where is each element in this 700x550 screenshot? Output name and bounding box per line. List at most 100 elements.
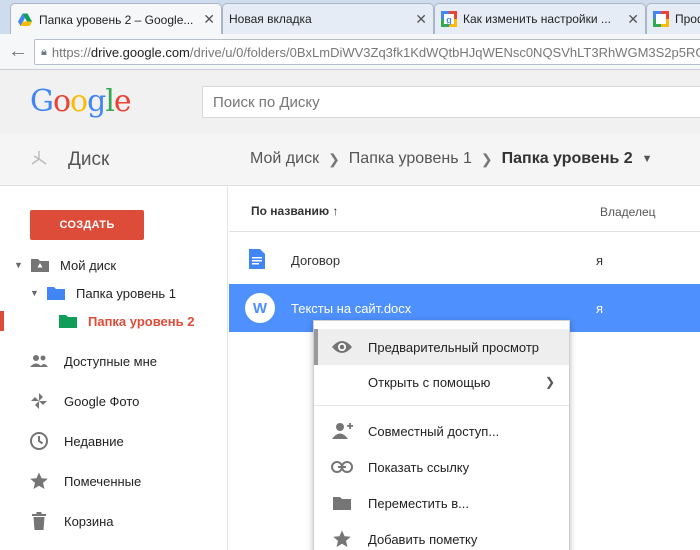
url-scheme: https:// — [51, 44, 91, 60]
browser-tab-bar: Папка уровень 2 – Google... ✕ Новая вкла… — [0, 0, 700, 34]
star-icon — [331, 528, 353, 550]
menu-item-label: Добавить пометку — [368, 531, 478, 547]
search-placeholder: Поиск по Диску — [213, 94, 320, 111]
close-icon[interactable]: ✕ — [203, 11, 215, 28]
tab-drive[interactable]: Папка уровень 2 – Google... ✕ — [10, 3, 222, 34]
breadcrumb-folder-level-2[interactable]: Папка уровень 2 — [502, 150, 633, 168]
sidebar-item-trash[interactable]: Корзина — [28, 510, 114, 532]
chevron-right-icon: ❯ — [544, 375, 555, 389]
owner-column-header[interactable]: Владелец — [600, 205, 656, 219]
add-person-icon — [331, 420, 353, 442]
sort-by-name-button[interactable]: По названию ↑ — [251, 204, 338, 218]
file-list-header: По названию ↑ Владелец — [229, 187, 700, 232]
sidebar-item-recent[interactable]: Недавние — [28, 430, 124, 452]
file-name: Тексты на сайт.docx — [291, 300, 412, 316]
folder-icon — [47, 287, 65, 300]
sidebar-item-google-photos[interactable]: Google Фото — [28, 390, 139, 412]
file-name: Договор — [291, 252, 341, 268]
link-icon — [331, 456, 353, 478]
menu-item-add-star[interactable]: Добавить пометку — [314, 521, 569, 550]
folder-move-icon — [331, 492, 353, 514]
word-icon: W — [245, 293, 275, 323]
sidebar-item-label: Google Фото — [64, 393, 140, 409]
tab-new[interactable]: Новая вкладка ✕ — [222, 3, 434, 34]
people-icon — [28, 350, 50, 372]
tab-google-search[interactable]: g Как изменить настройки ... ✕ — [434, 3, 646, 34]
url-path: /drive/u/0/folders/0BxLmDiWV3Zq3fk1KdWQt… — [189, 44, 700, 60]
search-input[interactable]: Поиск по Диску — [202, 86, 700, 118]
star-icon — [28, 470, 50, 492]
menu-item-share[interactable]: Совместный доступ... — [314, 413, 569, 449]
breadcrumb: Мой диск ❯ Папка уровень 1 ❯ Папка урове… — [250, 150, 653, 168]
tab-prof[interactable]: Проф — [646, 3, 700, 34]
tab-title: Проф — [675, 12, 700, 26]
sidebar-item-label: Недавние — [64, 433, 124, 449]
drive-logo-icon — [31, 151, 47, 165]
close-icon[interactable]: ✕ — [415, 11, 427, 28]
drive-subheader: Диск Мой диск ❯ Папка уровень 1 ❯ Папка … — [0, 134, 700, 186]
menu-item-label: Переместить в... — [368, 495, 469, 511]
file-row[interactable]: Договор я — [229, 236, 700, 284]
sidebar-item-my-drive[interactable]: ▼ Мой диск — [14, 257, 116, 273]
breadcrumb-folder-level-1[interactable]: Папка уровень 1 — [349, 150, 472, 168]
tab-title: Новая вкладка — [229, 12, 312, 26]
expand-triangle-icon[interactable]: ▼ — [14, 260, 30, 270]
tab-title: Папка уровень 2 – Google... — [39, 12, 194, 27]
sidebar-item-label: Папка уровень 1 — [76, 285, 177, 301]
url-host: drive.google.com — [90, 44, 190, 60]
sidebar-item-label: Корзина — [64, 513, 114, 529]
sidebar-item-label: Папка уровень 2 — [88, 313, 195, 329]
back-arrow-icon[interactable]: ← — [8, 39, 28, 63]
svg-text:g: g — [446, 15, 452, 25]
drive-folder-icon — [31, 259, 49, 272]
file-owner: я — [596, 300, 604, 316]
sidebar-item-label: Мой диск — [60, 257, 117, 273]
sidebar-item-folder-level-1[interactable]: ▼ Папка уровень 1 — [30, 285, 176, 301]
logo-letter: g — [87, 84, 106, 119]
sidebar: СОЗДАТЬ ▼ Мой диск ▼ Папка уровень 1 Пап… — [0, 186, 228, 550]
url-input[interactable]: 🔒︎ https://drive.google.com/drive/u/0/fo… — [34, 39, 700, 65]
google-favicon-icon — [653, 11, 669, 27]
menu-item-label: Совместный доступ... — [368, 423, 500, 439]
menu-item-label: Открыть с помощью — [368, 374, 491, 390]
chevron-right-icon: ❯ — [328, 150, 340, 167]
logo-letter: l — [105, 84, 115, 119]
context-menu: Предварительный просмотр Открыть с помощ… — [313, 320, 570, 550]
tab-title: Как изменить настройки ... — [463, 12, 611, 26]
app-title: Диск — [68, 149, 110, 170]
breadcrumb-my-drive[interactable]: Мой диск — [250, 150, 319, 168]
google-logo[interactable]: Google — [30, 84, 132, 119]
lock-icon: 🔒︎ — [41, 45, 47, 58]
drive-favicon-icon — [18, 13, 32, 26]
menu-item-move[interactable]: Переместить в... — [314, 485, 569, 521]
docs-icon — [249, 248, 265, 272]
file-owner: я — [596, 252, 604, 268]
sidebar-item-starred[interactable]: Помеченные — [28, 470, 141, 492]
sidebar-item-folder-level-2[interactable]: Папка уровень 2 — [58, 313, 194, 329]
expand-triangle-icon[interactable]: ▼ — [30, 288, 46, 298]
chevron-right-icon: ❯ — [480, 150, 493, 167]
menu-divider — [314, 405, 569, 406]
sidebar-item-shared[interactable]: Доступные мне — [28, 350, 157, 372]
menu-item-label: Показать ссылку — [368, 459, 470, 475]
google-favicon-icon: g — [441, 11, 457, 27]
create-button[interactable]: СОЗДАТЬ — [30, 210, 144, 240]
menu-item-open-with[interactable]: Открыть с помощью ❯ — [314, 364, 569, 400]
logo-letter: e — [113, 84, 132, 119]
logo-letter: o — [52, 84, 71, 119]
photos-icon — [28, 390, 50, 412]
sidebar-item-label: Помеченные — [64, 473, 142, 489]
logo-letter: o — [70, 84, 88, 119]
drive-header: Google Поиск по Диску — [0, 70, 700, 134]
dropdown-caret-icon[interactable]: ▼ — [642, 153, 653, 165]
folder-icon — [59, 315, 77, 328]
menu-item-get-link[interactable]: Показать ссылку — [314, 449, 569, 485]
address-bar: ← 🔒︎ https://drive.google.com/drive/u/0/… — [0, 34, 700, 70]
menu-item-preview[interactable]: Предварительный просмотр — [314, 329, 569, 365]
trash-icon — [28, 510, 50, 532]
logo-letter: G — [30, 84, 54, 119]
menu-item-label: Предварительный просмотр — [368, 339, 540, 355]
clock-icon — [28, 430, 50, 452]
selection-indicator — [0, 311, 4, 331]
close-icon[interactable]: ✕ — [627, 11, 639, 28]
